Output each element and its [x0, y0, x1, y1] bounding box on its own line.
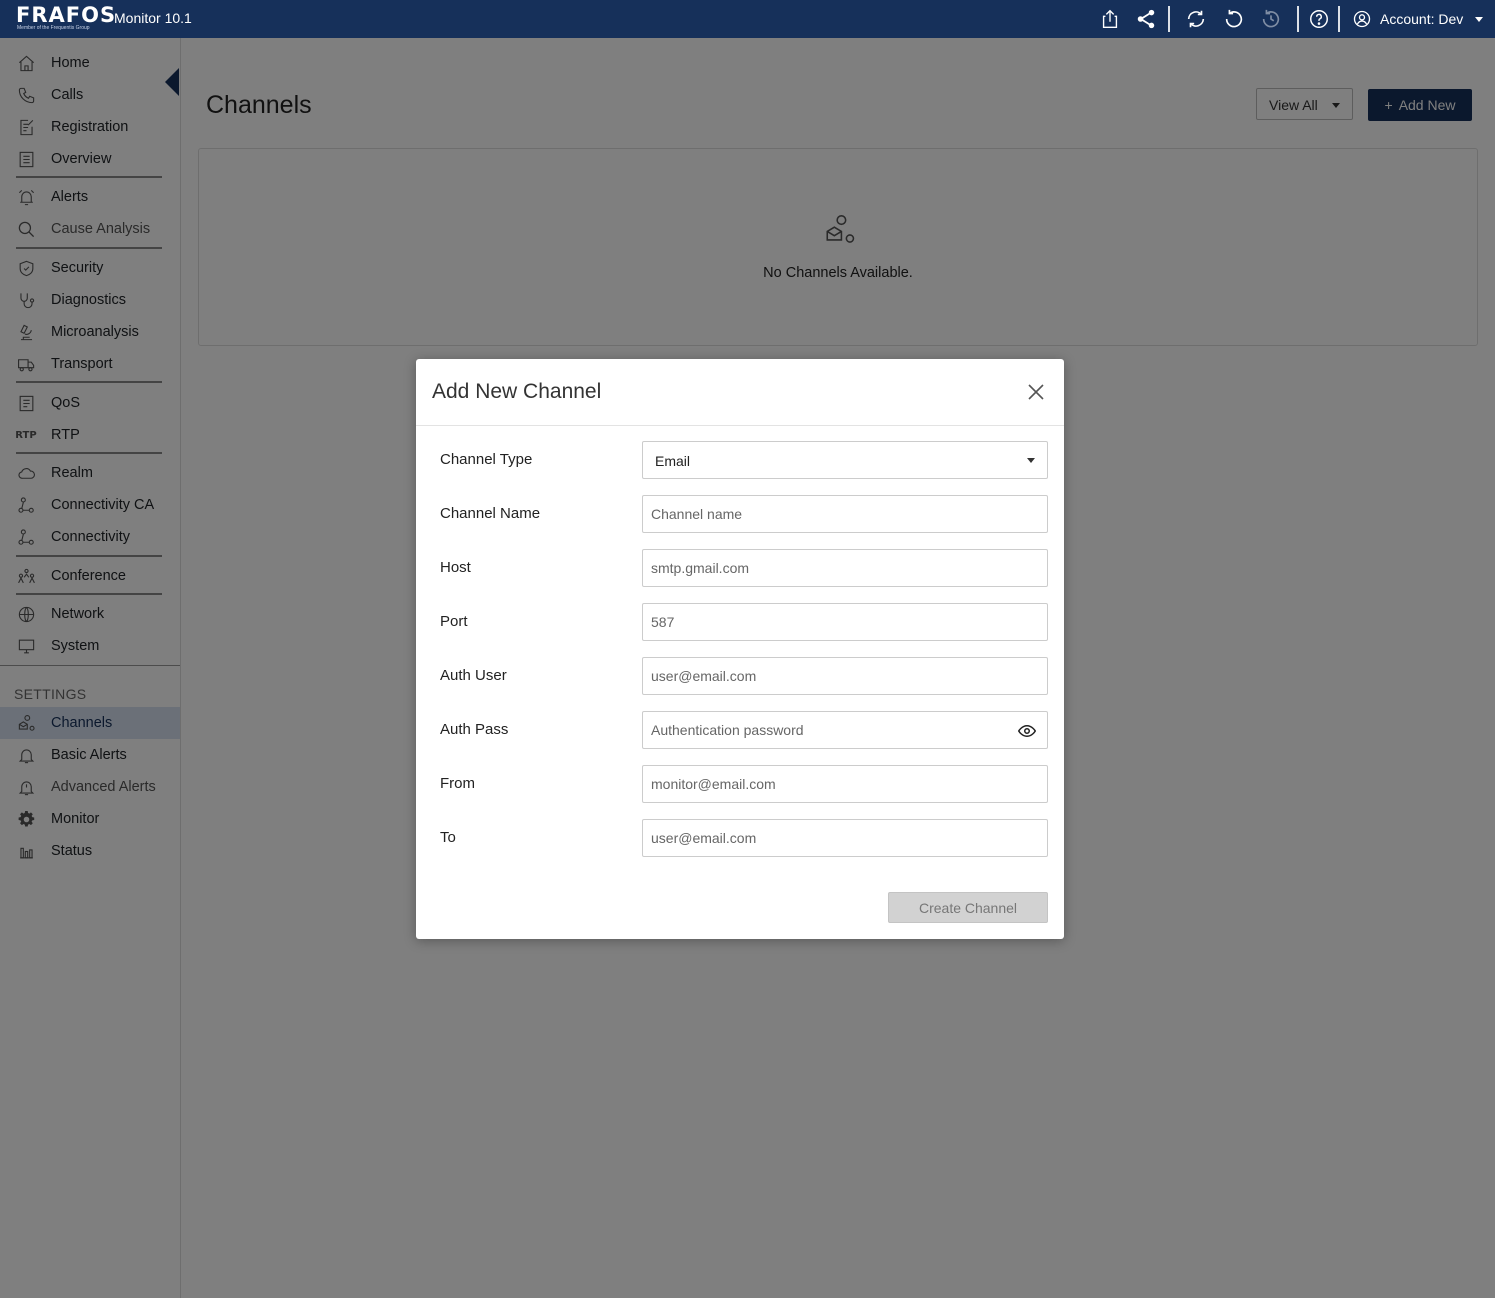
channel-type-label: Channel Type [440, 451, 533, 468]
refresh-icon[interactable] [1185, 8, 1207, 30]
eye-icon[interactable] [1017, 724, 1037, 738]
port-row: Port [416, 603, 1064, 641]
host-input[interactable] [642, 549, 1048, 587]
channel-name-row: Channel Name [416, 495, 1064, 533]
channel-type-row: Channel Type Email [416, 441, 1064, 479]
channel-type-value: Email [655, 453, 691, 469]
reset-icon[interactable] [1223, 8, 1245, 30]
top-bar: FRAFOS Member of the Frequentis Group Mo… [0, 0, 1495, 38]
modal-title: Add New Channel [432, 380, 602, 403]
from-row: From [416, 765, 1064, 803]
share-icon[interactable] [1135, 8, 1157, 30]
auth-user-label: Auth User [440, 667, 507, 684]
toolbar-separator [1168, 6, 1170, 32]
channel-name-label: Channel Name [440, 505, 541, 522]
auth-pass-input[interactable] [642, 711, 1048, 749]
frafos-logo[interactable]: FRAFOS Member of the Frequentis Group [16, 3, 115, 35]
create-channel-button[interactable]: Create Channel [888, 892, 1048, 923]
add-channel-modal: Add New Channel Channel Type Email Chann… [416, 359, 1064, 939]
channel-type-select[interactable]: Email [642, 441, 1048, 479]
app-title: Monitor 10.1 [114, 10, 192, 26]
chevron-down-icon [1027, 458, 1035, 463]
to-row: To [416, 819, 1064, 857]
export-icon[interactable] [1099, 8, 1121, 30]
port-input[interactable] [642, 603, 1048, 641]
account-label: Account: Dev [1380, 11, 1464, 27]
channel-name-input[interactable] [642, 495, 1048, 533]
chevron-down-icon [1475, 16, 1484, 22]
help-icon[interactable] [1308, 8, 1330, 30]
to-label: To [440, 829, 456, 846]
from-input[interactable] [642, 765, 1048, 803]
auth-pass-row: Auth Pass [416, 711, 1064, 749]
logo-text: FRAFOS [16, 3, 117, 27]
host-row: Host [416, 549, 1064, 587]
auth-user-row: Auth User [416, 657, 1064, 695]
auth-pass-label: Auth Pass [440, 721, 509, 738]
history-icon[interactable] [1260, 8, 1282, 30]
auth-user-input[interactable] [642, 657, 1048, 695]
host-label: Host [440, 559, 471, 576]
from-label: From [440, 775, 475, 792]
port-label: Port [440, 613, 468, 630]
logo-subtext: Member of the Frequentis Group [17, 25, 90, 31]
account-menu[interactable]: Account: Dev [1352, 8, 1484, 30]
modal-header: Add New Channel [416, 359, 1064, 426]
user-icon [1352, 9, 1372, 29]
to-input[interactable] [642, 819, 1048, 857]
toolbar-separator [1297, 6, 1299, 32]
close-icon[interactable] [1024, 380, 1048, 404]
toolbar-separator [1338, 6, 1340, 32]
